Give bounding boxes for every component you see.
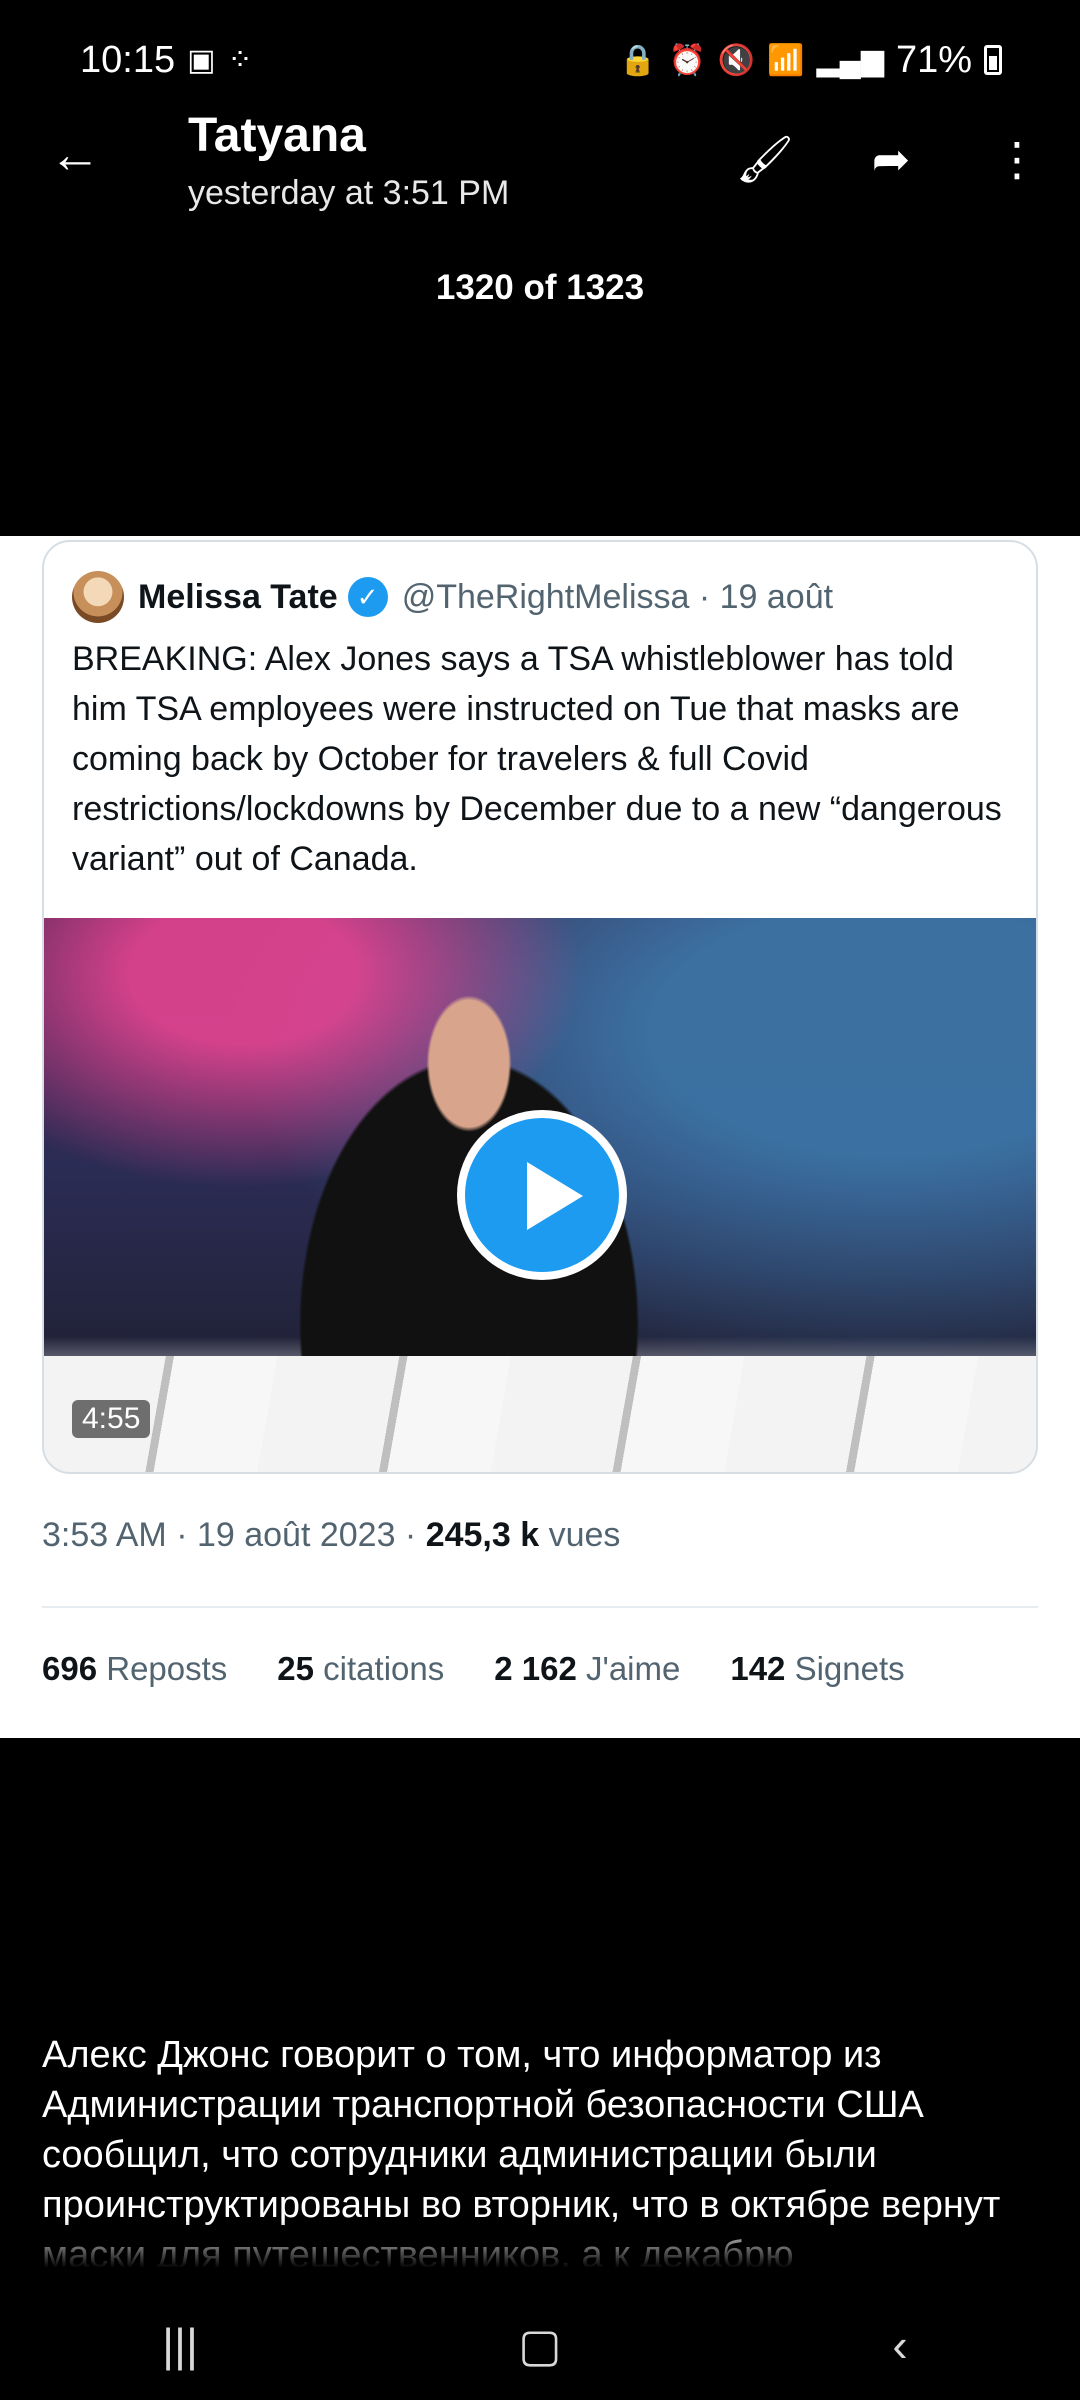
transfer-icon: ⁘ xyxy=(227,43,253,77)
mute-icon: 🔇 xyxy=(717,43,756,77)
tweet-card: Melissa Tate ✓ @TheRightMelissa · 19 aoû… xyxy=(42,540,1038,1474)
tweet-datetime: 3:53 AM · 19 août 2023 · xyxy=(42,1516,426,1554)
video-thumbnail: 4:55 xyxy=(44,918,1036,1472)
desk-papers-image xyxy=(44,1356,1036,1472)
caption-fade xyxy=(0,2220,1080,2268)
message-timestamp: yesterday at 3:51 PM xyxy=(188,174,510,212)
tweet-header: Melissa Tate ✓ @TheRightMelissa · 19 aoû… xyxy=(72,570,833,624)
back-arrow-icon: ← xyxy=(49,126,101,184)
forward-icon: ➦ xyxy=(871,133,911,185)
stat-reposts: 696 Reposts xyxy=(42,1650,227,1688)
edit-button[interactable]: 🖌 xyxy=(730,124,800,194)
stat-label: Reposts xyxy=(97,1650,228,1687)
tweet-stats: 696 Reposts 25 citations 2 162 J'aime 14… xyxy=(42,1650,905,1688)
stat-value: 142 xyxy=(730,1650,786,1687)
stat-label: Signets xyxy=(785,1650,905,1687)
stat-value: 696 xyxy=(42,1650,98,1687)
tweet-views-value: 245,3 k xyxy=(425,1516,540,1554)
home-icon: ▢ xyxy=(518,2319,562,2371)
author-handle: @TheRightMelissa · 19 août xyxy=(401,577,834,616)
stat-value: 2 162 xyxy=(494,1650,577,1687)
tweet-text: BREAKING: Alex Jones says a TSA whistleb… xyxy=(72,640,1002,878)
play-icon xyxy=(457,1110,627,1280)
stat-label: J'aime xyxy=(576,1650,681,1687)
avatar xyxy=(72,571,124,623)
more-icon: ⋮ xyxy=(994,133,1040,185)
tweet-meta: 3:53 AM · 19 août 2023 · 245,3 k vues xyxy=(42,1516,620,1555)
forward-button[interactable]: ➦ xyxy=(856,124,926,194)
more-button[interactable]: ⋮ xyxy=(982,124,1052,194)
divider xyxy=(42,1606,1038,1608)
wifi-icon: 📶 xyxy=(767,43,805,77)
stat-likes: 2 162 J'aime xyxy=(494,1650,680,1688)
back-button[interactable]: ← xyxy=(40,120,110,190)
video-duration: 4:55 xyxy=(72,1400,151,1438)
recents-icon: ||| xyxy=(162,2319,198,2371)
stat-value: 25 xyxy=(277,1650,315,1687)
chevron-left-icon: ‹ xyxy=(892,2319,908,2371)
notification-icon: ▣ xyxy=(187,43,216,77)
author-name: Melissa Tate xyxy=(138,577,338,616)
tweet-views-label: vues xyxy=(539,1516,621,1554)
viewer-top-bar: ← Tatyana yesterday at 3:51 PM 🖌 ➦ ⋮ xyxy=(0,100,1080,230)
verified-icon: ✓ xyxy=(347,577,388,617)
status-time: 10:15 xyxy=(80,38,176,81)
media-counter: 1320 of 1323 xyxy=(435,268,645,307)
stat-label: citations xyxy=(314,1650,445,1687)
media-image[interactable]: Melissa Tate ✓ @TheRightMelissa · 19 aoû… xyxy=(0,536,1080,1738)
stat-citations: 25 citations xyxy=(277,1650,444,1688)
status-left: 10:15 ▣ ⁘ xyxy=(80,39,253,82)
lock-icon: 🔒 xyxy=(619,43,657,77)
system-nav-bar: ||| ▢ ‹ xyxy=(0,2290,1080,2400)
battery-percent: 71% xyxy=(895,38,972,81)
sender-name: Tatyana xyxy=(188,109,366,162)
alarm-icon: ⏰ xyxy=(668,43,706,77)
battery-icon xyxy=(984,45,1002,75)
back-nav-button[interactable]: ‹ xyxy=(850,2318,950,2372)
status-right: 🔒 ⏰ 🔇 📶 ▂▄▆ 71% xyxy=(619,39,1002,82)
recent-apps-button[interactable]: ||| xyxy=(130,2318,230,2372)
brush-icon: 🖌 xyxy=(735,133,795,185)
home-button[interactable]: ▢ xyxy=(490,2318,590,2372)
signal-icon: ▂▄▆ xyxy=(816,43,884,77)
stat-bookmarks: 142 Signets xyxy=(730,1650,904,1688)
